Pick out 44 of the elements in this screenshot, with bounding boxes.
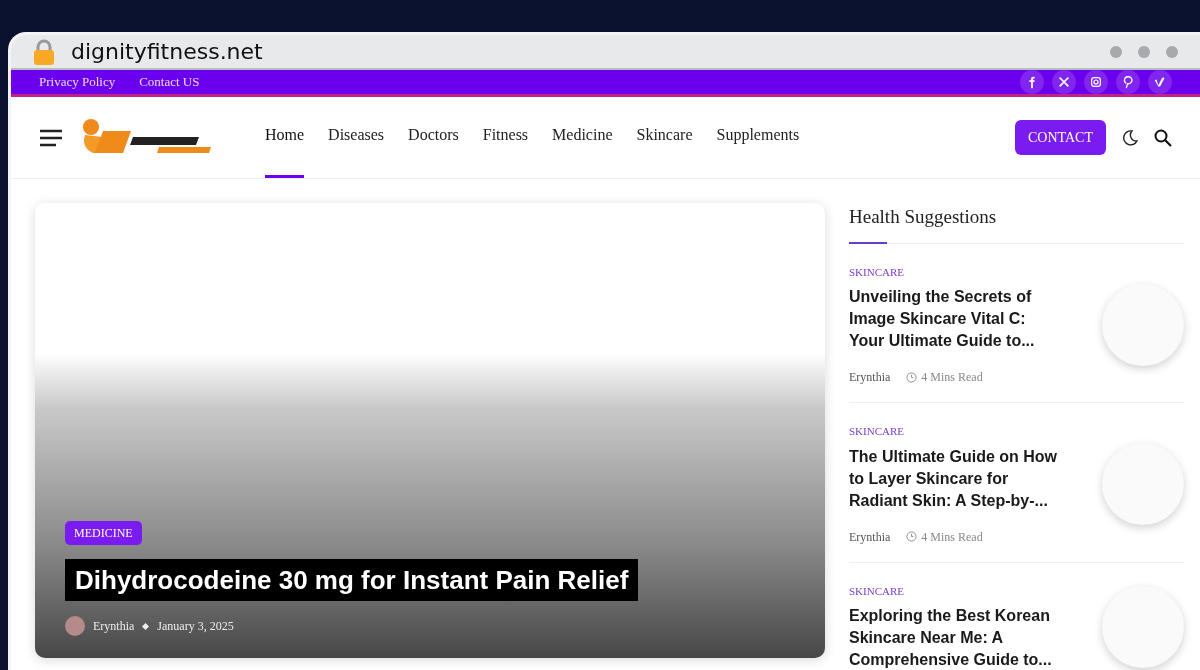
nav-link[interactable]: Skincare: [636, 93, 693, 178]
category-label[interactable]: SKINCARE: [849, 423, 1086, 440]
url-text: dignityfitness.net: [71, 38, 263, 66]
pinterest-icon[interactable]: [1116, 70, 1140, 94]
nav-link[interactable]: Fitness: [482, 93, 529, 178]
diamond-icon: [142, 622, 150, 630]
sidebar-heading: Health Suggestions: [849, 205, 998, 229]
category-label[interactable]: SKINCARE: [849, 582, 1086, 599]
read-time: 4 Mins Read: [921, 528, 983, 546]
nav-link[interactable]: Supplements: [716, 93, 800, 178]
moon-icon[interactable]: [1122, 129, 1138, 146]
category-label[interactable]: SKINCARE: [849, 263, 1086, 280]
vimeo-icon[interactable]: [1148, 70, 1172, 94]
article-title[interactable]: The Ultimate Guide on How to Layer Skincare for Radiant Skin: A Step-by-...: [849, 445, 1064, 512]
author-name[interactable]: Erynthia: [849, 368, 891, 386]
facebook-icon[interactable]: [1020, 70, 1044, 94]
read-time: 4 Mins Read: [921, 369, 983, 386]
hero-card[interactable]: MEDICINE Dihydrocodeine 30 mg for Instant Pain Relief Erynthia January 3, 2025: [35, 203, 825, 658]
author-name[interactable]: Erynthia: [93, 617, 135, 635]
thumbnail-placeholder[interactable]: [1102, 443, 1184, 526]
nav-link[interactable]: Diseases: [328, 93, 385, 178]
search-icon[interactable]: [1154, 128, 1172, 147]
thumbnail-placeholder[interactable]: [1102, 585, 1184, 668]
window-dot[interactable]: [1138, 45, 1150, 58]
menu-icon[interactable]: [39, 128, 63, 147]
window-dot[interactable]: [1166, 45, 1178, 58]
nav-link[interactable]: Home: [265, 93, 305, 178]
clock-icon: [906, 531, 918, 542]
post-date: January 3, 2025: [157, 618, 234, 635]
thumbnail-placeholder[interactable]: [1102, 283, 1184, 366]
x-icon[interactable]: [1052, 70, 1076, 94]
topbar-link[interactable]: Privacy Policy: [39, 72, 116, 92]
instagram-icon[interactable]: [1084, 70, 1108, 94]
clock-icon: [906, 371, 918, 383]
contact-button[interactable]: CONTACT: [1015, 120, 1106, 155]
nav-link[interactable]: Medicine: [552, 93, 613, 178]
topbar-link[interactable]: Contact US: [139, 72, 200, 92]
author-name[interactable]: Erynthia: [849, 527, 891, 546]
category-badge[interactable]: MEDICINE: [65, 521, 142, 545]
article-title[interactable]: Exploring the Best Korean Skincare Near Me: A Comprehensive Guide to...: [849, 605, 1064, 670]
avatar: [65, 616, 85, 636]
nav-link[interactable]: Doctors: [408, 93, 459, 178]
article-title[interactable]: Unveiling the Secrets of Image Skincare Vital C: Your Ultimate Guide to...: [849, 286, 1064, 352]
window-dot[interactable]: [1110, 45, 1122, 58]
